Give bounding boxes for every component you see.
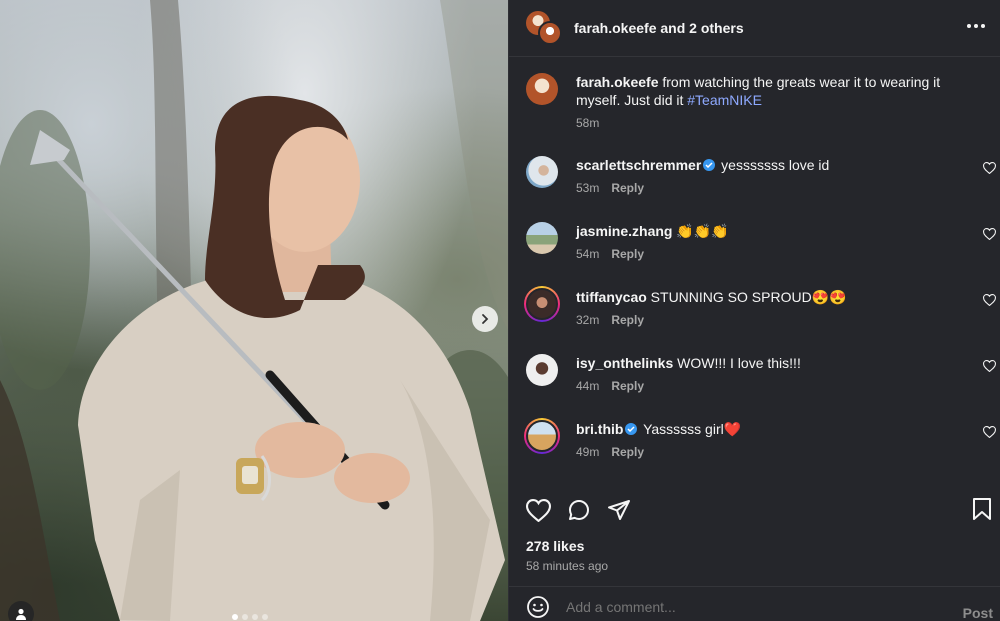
like-comment-icon[interactable] — [983, 162, 996, 174]
bookmark-icon — [973, 498, 991, 520]
post-photo — [0, 0, 508, 621]
avatar[interactable] — [526, 222, 558, 254]
post-actions — [526, 496, 992, 524]
story-ring[interactable] — [524, 286, 560, 322]
comment-item: ttiffanycao STUNNING SO SPROUD😍😍 32m Repl… — [524, 286, 996, 327]
comment-bubble-icon — [569, 500, 589, 520]
caption-username[interactable]: farah.okeefe — [576, 74, 658, 90]
like-count[interactable]: 278 likes — [526, 538, 584, 554]
save-button[interactable] — [972, 498, 992, 525]
avatar[interactable] — [526, 73, 558, 105]
comment-time: 44m — [576, 379, 600, 393]
comment-username[interactable]: isy_onthelinks — [576, 355, 673, 371]
comment-username[interactable]: jasmine.zhang — [576, 223, 672, 239]
emoji-icon[interactable] — [526, 595, 550, 619]
carousel-indicator — [232, 614, 268, 620]
share-button[interactable] — [607, 498, 631, 522]
like-comment-icon[interactable] — [983, 360, 996, 372]
comment-item: scarlettschremmer yesssssss love id 53m R… — [526, 156, 996, 195]
avatar[interactable] — [526, 354, 558, 386]
comment-time: 53m — [576, 181, 600, 195]
add-comment-input[interactable] — [566, 598, 926, 615]
next-photo-button[interactable] — [472, 306, 498, 332]
avatar[interactable] — [526, 156, 558, 188]
comment-time: 32m — [576, 313, 600, 327]
more-options-icon[interactable] — [963, 20, 989, 32]
comment-username[interactable]: bri.thib — [576, 421, 623, 437]
verified-badge-icon — [625, 423, 638, 435]
reply-button[interactable]: Reply — [611, 181, 644, 195]
comment-text: yesssssss love id — [717, 157, 830, 173]
comment-item: jasmine.zhang 👏👏👏 54m Reply — [526, 222, 996, 261]
reply-button[interactable]: Reply — [611, 247, 644, 261]
comment-username[interactable]: scarlettschremmer — [576, 157, 701, 173]
verified-badge-icon — [703, 159, 716, 171]
comment-text: WOW!!! I love this!!! — [673, 355, 801, 371]
like-comment-icon[interactable] — [983, 426, 996, 438]
reply-button[interactable]: Reply — [611, 445, 644, 459]
collab-avatars[interactable] — [526, 11, 562, 45]
paper-plane-icon — [608, 500, 630, 520]
post-comment-button[interactable]: Post — [963, 605, 993, 621]
avatar[interactable] — [526, 420, 558, 452]
reply-button[interactable]: Reply — [611, 379, 644, 393]
heart-icon — [526, 498, 551, 522]
like-comment-icon[interactable] — [983, 294, 996, 306]
post-caption: farah.okeefe from watching the greats we… — [526, 73, 996, 130]
reply-button[interactable]: Reply — [611, 313, 644, 327]
comment-username[interactable]: ttiffanycao — [576, 289, 647, 305]
comment-time: 49m — [576, 445, 600, 459]
story-ring[interactable] — [524, 418, 560, 454]
like-comment-icon[interactable] — [983, 228, 996, 240]
comment-text: 👏👏👏 — [672, 223, 729, 239]
post-timestamp[interactable]: 58 minutes ago — [526, 559, 608, 573]
post-panel: farah.okeefe and 2 others farah.okeefe f… — [508, 0, 1000, 621]
comment-time: 54m — [576, 247, 600, 261]
photo-illustration — [0, 0, 508, 621]
comment-item: isy_onthelinks WOW!!! I love this!!! 44m… — [526, 354, 996, 393]
author-others[interactable]: and 2 others — [656, 20, 743, 36]
carousel-dot — [252, 614, 258, 620]
comment-text: STUNNING SO SPROUD😍😍 — [646, 289, 847, 305]
user-icon — [16, 608, 26, 620]
author-username[interactable]: farah.okeefe — [574, 20, 656, 36]
chevron-right-icon — [482, 314, 489, 324]
tagged-users-button[interactable] — [8, 601, 34, 621]
post-author[interactable]: farah.okeefe and 2 others — [574, 20, 744, 36]
add-comment-bar: Post — [509, 586, 1000, 621]
comment-item: bri.thib Yassssss girl❤️ 49m Reply — [524, 418, 996, 459]
avatar[interactable] — [526, 288, 558, 320]
carousel-dot — [232, 614, 238, 620]
carousel-dot — [242, 614, 248, 620]
like-button[interactable] — [526, 498, 551, 522]
post-header: farah.okeefe and 2 others — [509, 0, 1000, 57]
caption-time: 58m — [576, 116, 600, 130]
carousel-dot — [262, 614, 268, 620]
comment-text: Yassssss girl❤️ — [639, 421, 742, 437]
comment-button[interactable] — [567, 498, 591, 522]
hashtag-link[interactable]: #TeamNIKE — [687, 92, 762, 108]
